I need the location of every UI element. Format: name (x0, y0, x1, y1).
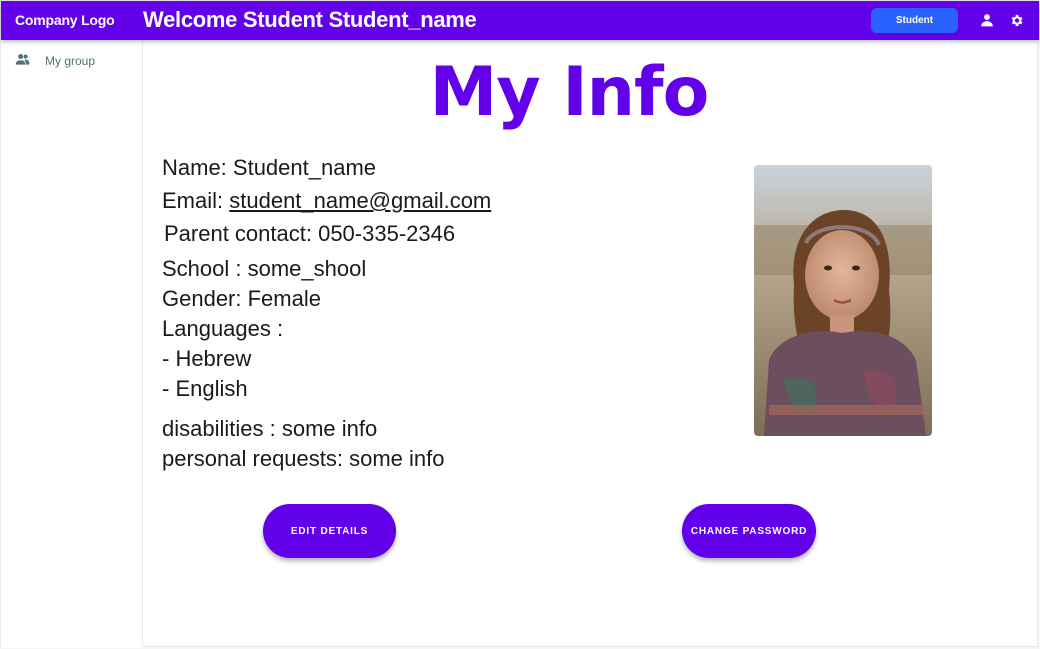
sidebar-item-my-group[interactable]: My group (15, 53, 95, 68)
gear-icon[interactable] (1008, 12, 1024, 28)
personal-requests-line: personal requests: some info (162, 446, 445, 471)
change-password-button[interactable]: CHANGE PASSWORD (682, 504, 816, 558)
parent-contact-line: Parent contact: 050-335-2346 (164, 221, 456, 246)
disabilities-line: disabilities : some info (162, 416, 378, 441)
gender-line: Gender: Female (162, 286, 321, 311)
email-label: Email: (162, 188, 230, 213)
languages-label: Languages : (162, 316, 284, 341)
language-item: - Hebrew (162, 346, 252, 371)
company-logo[interactable]: Company Logo (15, 12, 115, 28)
edit-details-button[interactable]: EDIT DETAILS (263, 504, 396, 558)
group-icon (15, 53, 30, 68)
student-photo (754, 165, 932, 436)
role-button[interactable]: Student (871, 8, 958, 33)
language-item: - English (162, 376, 248, 401)
welcome-title: Welcome Student Student_name (143, 7, 477, 32)
sidebar: My group (1, 40, 143, 648)
sidebar-item-label: My group (45, 53, 96, 68)
email-link[interactable]: student_name@gmail.com (229, 188, 491, 213)
user-icon[interactable] (979, 12, 995, 28)
email-line: Email: student_name@gmail.com (162, 188, 491, 214)
school-line: School : some_shool (162, 256, 367, 281)
main-content: My Info Name: Student_name Email: studen… (144, 40, 1039, 648)
app-window: Company Logo Welcome Student Student_nam… (0, 0, 1039, 648)
page-title: My Info (429, 53, 710, 132)
top-app-bar: Company Logo Welcome Student Student_nam… (1, 1, 1039, 40)
name-line: Name: Student_name (162, 155, 377, 180)
